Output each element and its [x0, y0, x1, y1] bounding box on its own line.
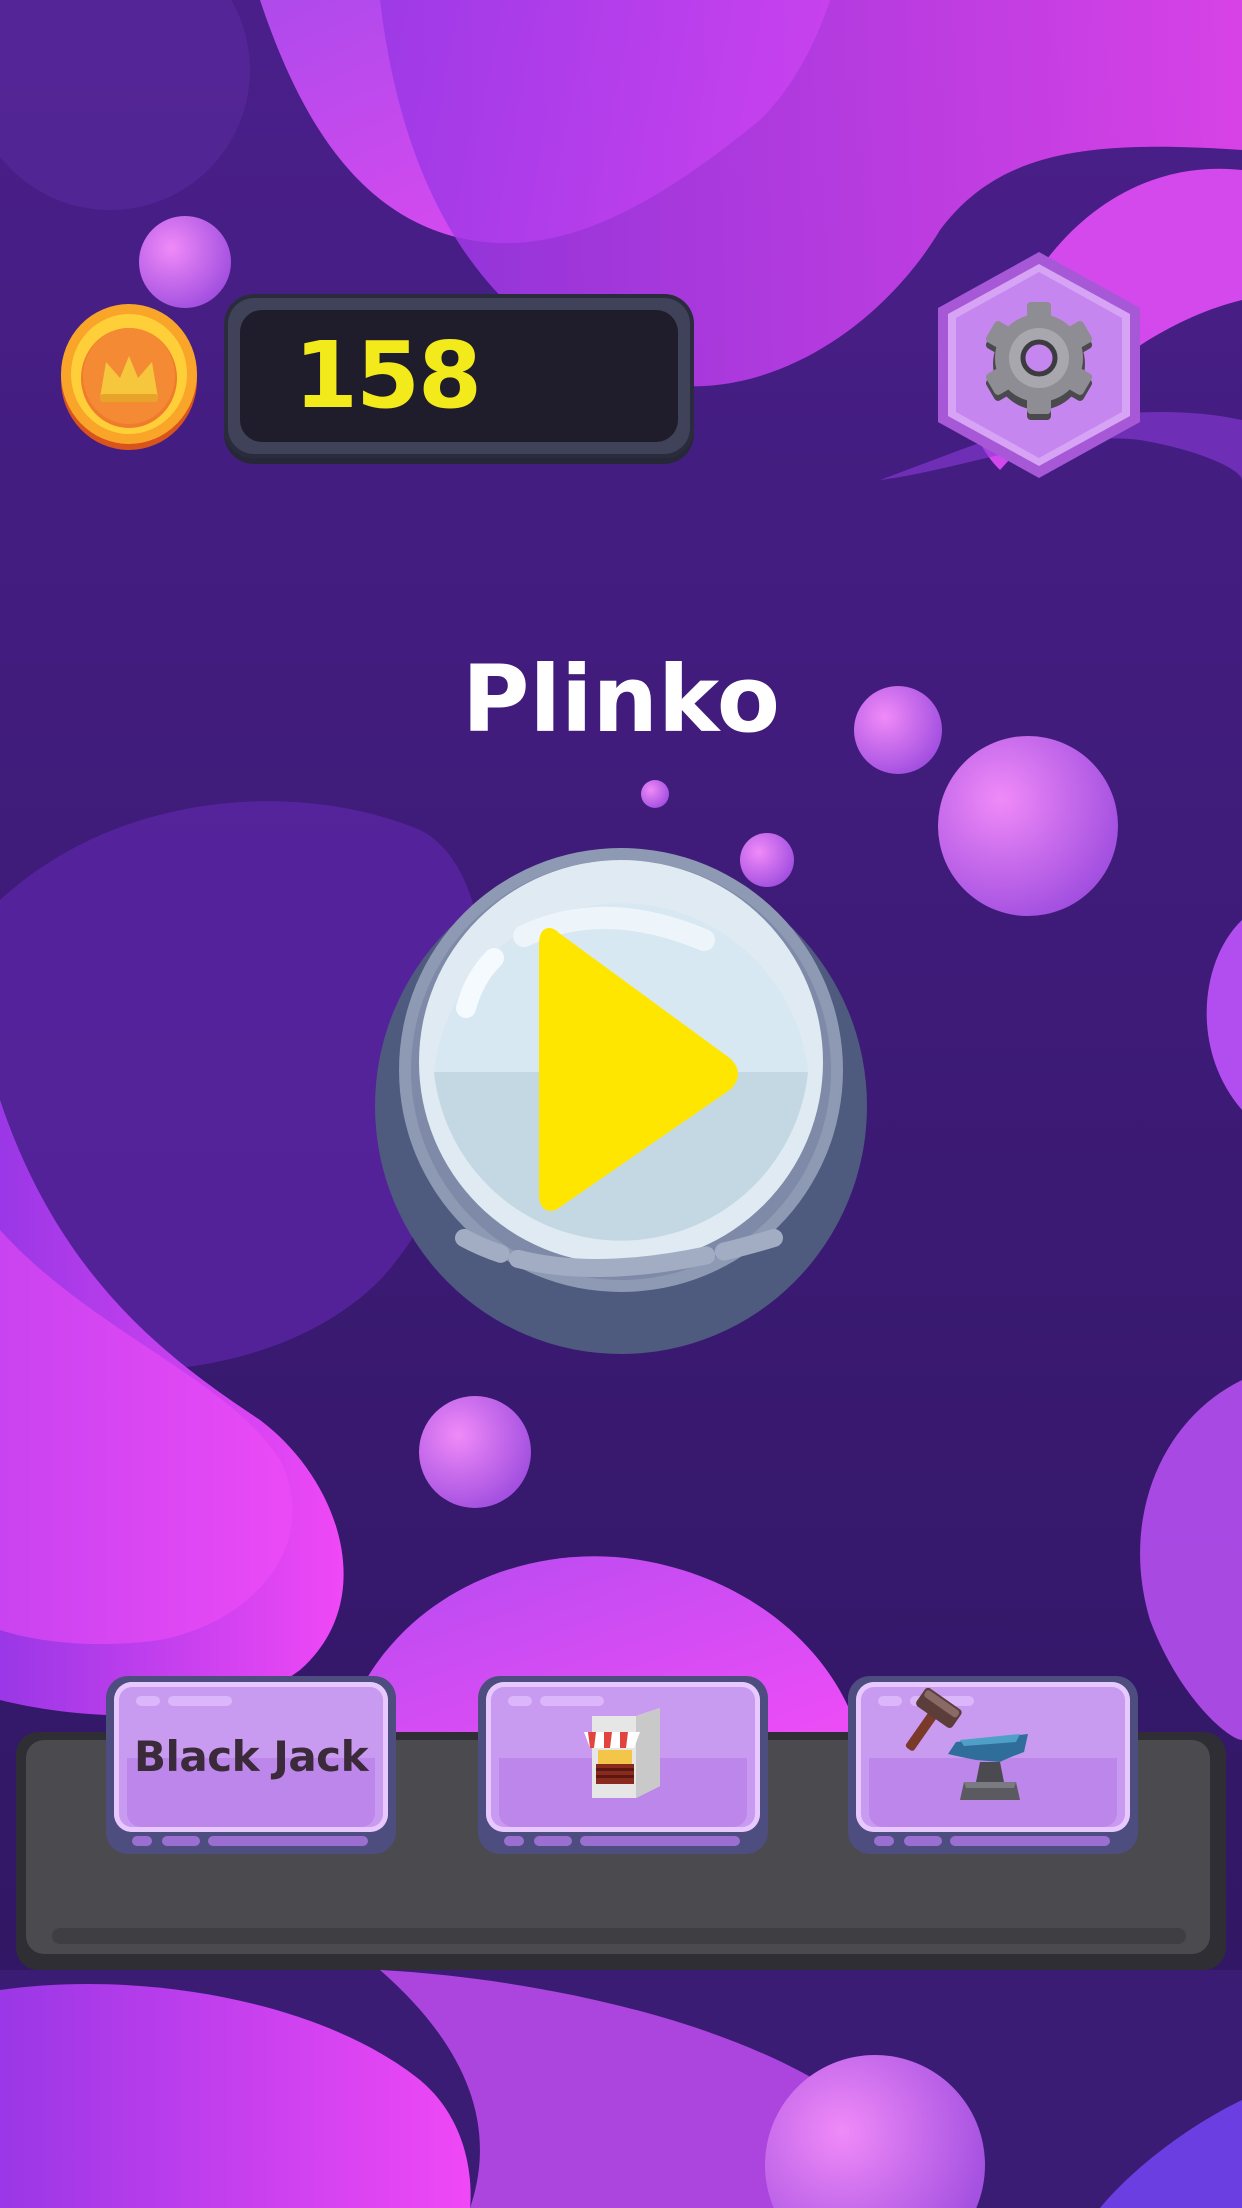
- anvil-hammer-icon: [905, 1687, 1028, 1800]
- shop-stall-icon: [584, 1708, 660, 1798]
- coin-count: 158: [294, 322, 482, 429]
- game-title: Plinko: [462, 646, 780, 753]
- settings-button[interactable]: [930, 246, 1148, 484]
- blackjack-label: Black Jack: [134, 1732, 369, 1781]
- blackjack-button-face: Black Jack: [114, 1682, 388, 1832]
- score-panel: 158: [224, 294, 694, 458]
- crown-coin-icon: [61, 304, 197, 450]
- forge-button[interactable]: [848, 1676, 1138, 1854]
- score-panel-inner: 158: [240, 310, 678, 442]
- bottom-menu-bar-shadow: [52, 1928, 1186, 1944]
- play-button[interactable]: [374, 848, 868, 1358]
- blackjack-button[interactable]: Black Jack: [106, 1676, 396, 1854]
- shop-button[interactable]: [478, 1676, 768, 1854]
